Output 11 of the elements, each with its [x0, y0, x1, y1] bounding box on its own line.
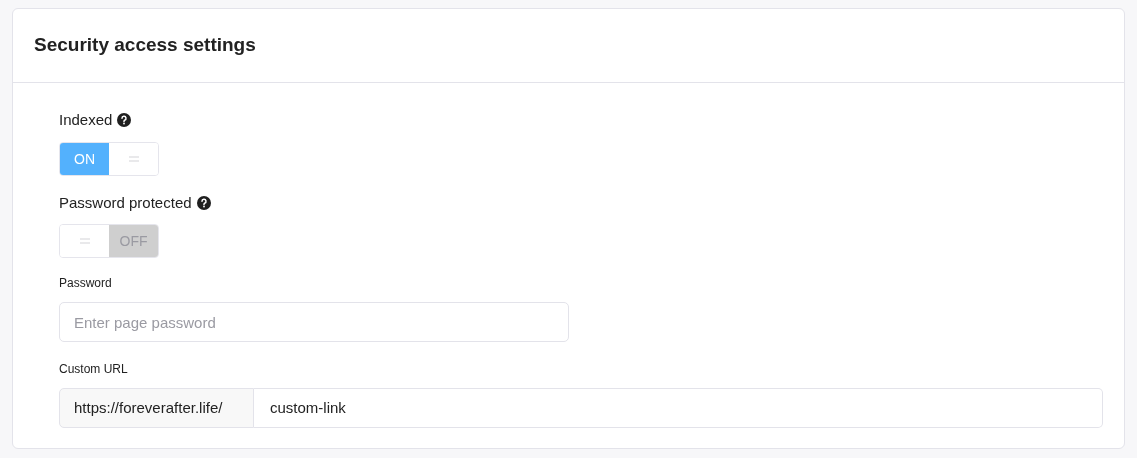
field-label: Password: [59, 275, 113, 292]
toggle-label: Indexed: [59, 110, 113, 130]
field-label: Custom URL: [59, 361, 129, 378]
help-icon: [117, 113, 132, 128]
url-prefix: https://foreverafter.life/: [59, 388, 254, 428]
toggle-label: Password protected: [59, 192, 192, 213]
url-field[interactable]: custom-link: [254, 388, 1103, 428]
toggle-switch[interactable]: ON: [59, 141, 159, 176]
help-icon: [196, 195, 211, 210]
password-field[interactable]: Enter page password: [59, 302, 569, 342]
card-title: Security access settings: [34, 33, 256, 58]
